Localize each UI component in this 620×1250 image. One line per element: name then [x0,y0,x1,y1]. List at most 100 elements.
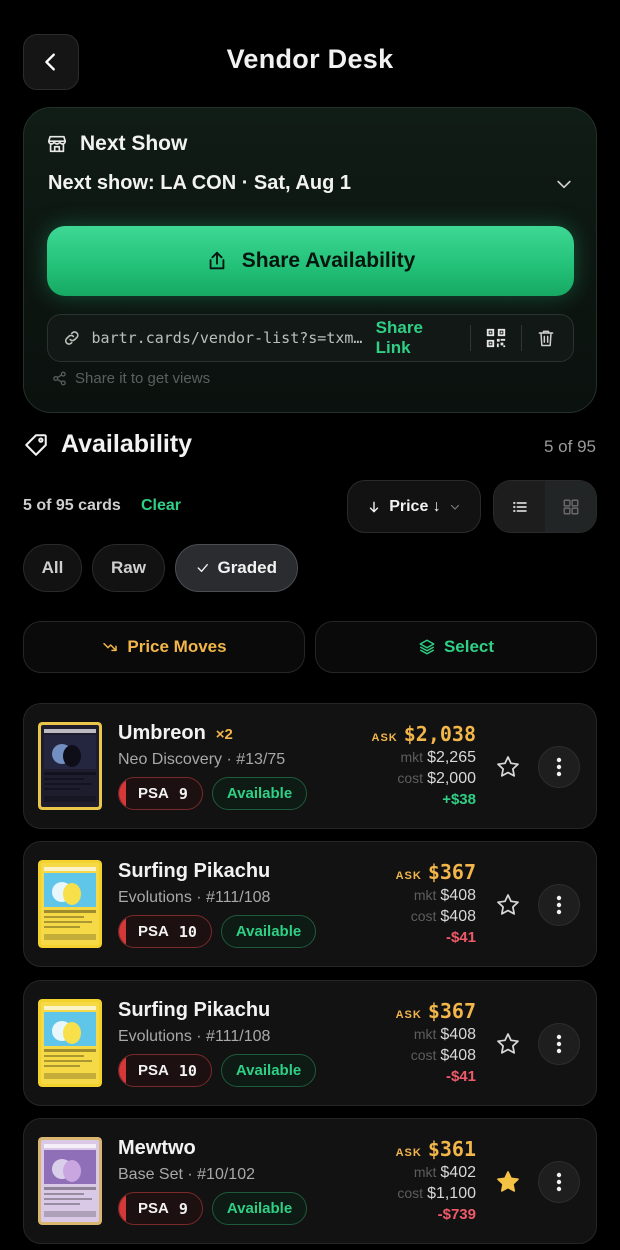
sort-label: Price ↓ [389,497,441,515]
market-price-row: mkt $408 [396,1026,476,1044]
more-options-button[interactable] [538,1023,580,1065]
more-vertical-icon [556,757,562,777]
cost-price: $408 [440,908,476,925]
chip-raw[interactable]: Raw [92,544,165,592]
cost-label: cost [397,1185,424,1201]
card-badges: PSA 9 Available [118,777,308,810]
check-icon [197,563,208,573]
cost-label: cost [397,770,424,786]
psa-grade-badge: PSA 9 [118,1192,203,1225]
market-label: mkt [400,749,424,765]
cost-price-row: cost $2,000 [372,770,476,788]
filter-row: 5 of 95 cards Clear Price ↓ [23,480,597,533]
chip-graded-label: Graded [217,558,277,577]
card-name-row: Surfing Pikachu [118,860,270,883]
status-badge: Available [211,1192,308,1225]
list-icon [512,501,527,512]
cost-price: $2,000 [427,770,476,787]
favorite-star-button[interactable] [495,892,521,918]
chip-all[interactable]: All [23,544,82,592]
qr-code-icon [486,328,506,348]
page-title: Vendor Desk [226,44,394,74]
share-hint-text: Share it to get views [75,370,211,387]
next-show-heading: Next Show [80,132,188,155]
card-row[interactable]: Surfing Pikachu Evolutions · #111/108 PS… [23,980,597,1106]
favorite-star-button[interactable] [495,1031,521,1057]
card-name: Surfing Pikachu [118,999,271,1021]
share-availability-button[interactable]: Share Availability [47,226,574,296]
share-link-row: bartr.cards/vendor-list?s=txm… Share Lin… [47,314,574,362]
status-badge: Available [211,777,308,810]
ask-label: ASK [395,1147,422,1159]
market-price-row: mkt $2,265 [372,749,477,767]
star-icon [497,894,519,915]
more-vertical-icon [556,895,562,915]
card-thumbnail [38,860,102,948]
cost-label: cost [410,908,437,924]
card-set: Neo Discovery · #13/75 [118,751,286,768]
trash-icon [538,330,554,347]
more-vertical-icon [556,1034,562,1054]
share-availability-label: Share Availability [241,249,416,272]
star-icon [497,1033,519,1054]
card-row[interactable]: Umbreon ×2 Neo Discovery · #13/75 PSA 9 … [23,703,597,829]
ask-label: ASK [395,870,422,882]
cost-price: $408 [440,1047,476,1064]
cost-label: cost [410,1047,437,1063]
grid-view-button[interactable] [545,481,596,532]
market-label: mkt [413,887,437,903]
chip-graded[interactable]: Graded [175,544,298,592]
favorite-star-button[interactable] [495,754,521,780]
cost-price-row: cost $408 [396,1047,476,1065]
card-thumbnail [38,1137,102,1225]
price-difference: -$41 [445,929,476,946]
list-view-button[interactable] [494,481,545,532]
cost-price-row: cost $408 [396,908,476,926]
favorite-star-button[interactable] [495,1169,521,1195]
layers-icon [419,639,435,655]
share-url[interactable]: bartr.cards/vendor-list?s=txm… [92,329,370,347]
card-badges: PSA 9 Available [118,1192,308,1225]
clear-filters-link[interactable]: Clear [141,497,181,515]
ask-price-row: ASK $2,038 [372,722,476,746]
next-show-heading-row: Next Show [46,132,187,156]
select-button[interactable]: Select [315,621,597,673]
divider [520,325,522,351]
chevron-down-icon [557,180,571,188]
more-options-button[interactable] [538,884,580,926]
psa-label: PSA [138,923,169,940]
show-dropdown-value: Next show: LA CON · Sat, Aug 1 [48,172,351,194]
delete-link-button[interactable] [532,323,561,353]
psa-grade: 9 [178,784,188,803]
card-row[interactable]: Surfing Pikachu Evolutions · #111/108 PS… [23,841,597,967]
psa-grade: 10 [178,1061,197,1080]
ask-price-row: ASK $367 [396,860,476,884]
card-name: Mewtwo [118,1137,196,1159]
market-price-row: mkt $408 [396,887,476,905]
card-name-row: Umbreon ×2 [118,722,233,745]
card-name: Umbreon [118,722,206,744]
psa-grade: 10 [178,922,197,941]
show-dropdown[interactable]: Next show: LA CON · Sat, Aug 1 [48,172,574,195]
psa-color-bar [119,1193,126,1224]
market-price: $408 [440,1026,476,1043]
card-set: Base Set · #10/102 [118,1166,255,1183]
next-show-card: Next Show Next show: LA CON · Sat, Aug 1… [23,107,597,413]
price-moves-button[interactable]: Price Moves [23,621,305,673]
availability-count: 5 of 95 [544,437,596,456]
sort-button[interactable]: Price ↓ [347,480,481,533]
qr-code-button[interactable] [481,323,510,353]
share-link-button[interactable]: Share Link [376,318,461,358]
cost-price: $1,100 [427,1185,476,1202]
price-difference: -$41 [445,1068,476,1085]
select-label: Select [443,637,495,656]
card-row[interactable]: Mewtwo Base Set · #10/102 PSA 9 Availabl… [23,1118,597,1244]
card-art-image [38,1137,102,1225]
tag-icon [25,433,47,456]
share-hint: Share it to get views [52,370,210,387]
ask-price: $367 [427,860,476,884]
arrow-down-icon [370,501,379,512]
more-options-button[interactable] [538,1161,580,1203]
card-art-image [38,722,102,810]
more-options-button[interactable] [538,746,580,788]
